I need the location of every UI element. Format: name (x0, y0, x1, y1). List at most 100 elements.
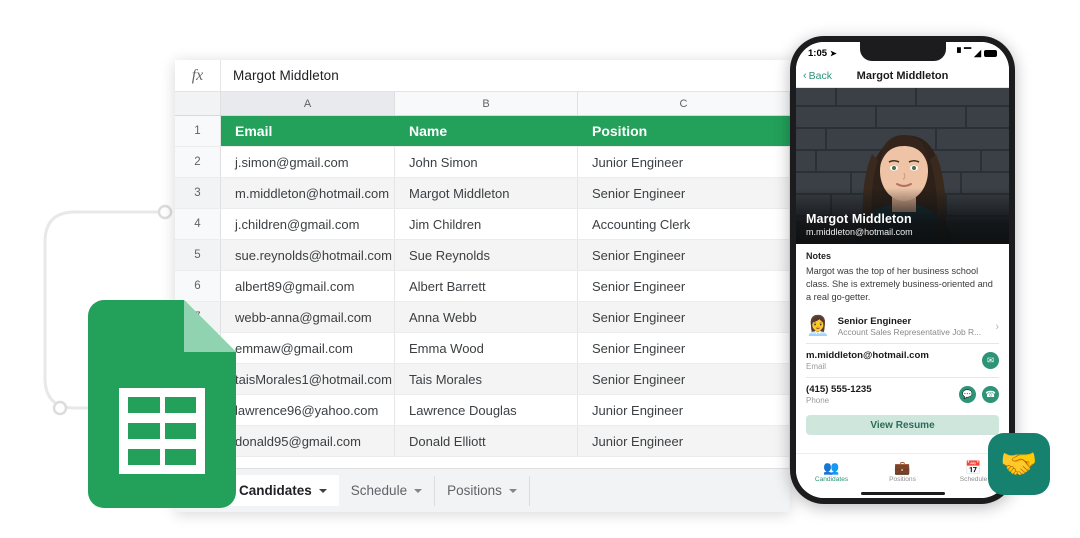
cell-email[interactable]: webb-anna@gmail.com (221, 302, 395, 332)
table-row: emmaw@gmail.com Emma Wood Senior Enginee… (175, 333, 790, 364)
row-number[interactable]: 2 (175, 147, 221, 177)
cell-position[interactable]: Senior Engineer (578, 364, 790, 394)
tab-positions[interactable]: 💼 Positions (867, 461, 938, 483)
app-badge-handshake[interactable]: 🤝 (988, 433, 1050, 495)
table-row: 3 m.middleton@hotmail.com Margot Middlet… (175, 178, 790, 209)
header-cell-name[interactable]: Name (395, 116, 578, 146)
column-header-c[interactable]: C (578, 92, 790, 115)
cell-name[interactable]: Tais Morales (395, 364, 578, 394)
cell-name[interactable]: Albert Barrett (395, 271, 578, 301)
person-avatar-icon: 👩‍💼 (806, 317, 830, 336)
tab-label: Candidates (239, 483, 312, 498)
cell-email[interactable]: sue.reynolds@hotmail.com (221, 240, 395, 270)
cell-position[interactable]: Senior Engineer (578, 178, 790, 208)
cell-position[interactable]: Senior Engineer (578, 333, 790, 363)
column-headers: A B C (175, 92, 790, 116)
wifi-icon: ◢ (974, 48, 981, 59)
tab-schedule[interactable]: Schedule (339, 476, 435, 506)
cell-email[interactable]: taisMorales1@hotmail.com (221, 364, 395, 394)
status-bar: 1:05 ➤ ▘▔ ◢ (796, 42, 1009, 64)
row-number[interactable]: 5 (175, 240, 221, 270)
status-time: 1:05 (808, 48, 827, 59)
cell-position[interactable]: Junior Engineer (578, 395, 790, 425)
cell-email[interactable]: albert89@gmail.com (221, 271, 395, 301)
cell-email[interactable]: j.simon@gmail.com (221, 147, 395, 177)
cell-position[interactable]: Senior Engineer (578, 302, 790, 332)
email-contact-row: m.middleton@hotmail.com Email ✉ (796, 344, 1009, 377)
position-title: Senior Engineer (838, 316, 988, 327)
position-subtitle: Account Sales Representative Job R... (838, 327, 988, 337)
tab-label: Positions (447, 483, 502, 498)
cell-name[interactable]: Margot Middleton (395, 178, 578, 208)
table-row: 1 Email Name Position (175, 116, 790, 147)
call-icon[interactable]: ☎ (982, 386, 999, 403)
spreadsheet-grid: 1 Email Name Position 2 j.simon@gmail.co… (175, 116, 790, 479)
tab-candidates[interactable]: 👥 Candidates (796, 461, 867, 483)
email-label: Email (806, 362, 976, 371)
home-indicator (796, 489, 1009, 498)
formula-bar: fx Margot Middleton (175, 60, 790, 92)
cell-position[interactable]: Junior Engineer (578, 426, 790, 456)
table-row: donald95@gmail.com Donald Elliott Junior… (175, 426, 790, 457)
mail-icon[interactable]: ✉ (982, 352, 999, 369)
cell-name[interactable]: Lawrence Douglas (395, 395, 578, 425)
function-icon[interactable]: fx (175, 60, 221, 91)
candidate-email: m.middleton@hotmail.com (806, 227, 913, 237)
location-arrow-icon: ➤ (830, 49, 837, 58)
notes-section: Notes Margot was the top of her business… (796, 244, 1009, 310)
header-cell-position[interactable]: Position (578, 116, 790, 146)
chevron-down-icon[interactable] (414, 489, 422, 493)
phone-contact-row: (415) 555-1235 Phone 💬 ☎ (796, 378, 1009, 411)
cell-name[interactable]: Jim Children (395, 209, 578, 239)
email-value: m.middleton@hotmail.com (806, 350, 976, 361)
table-row: 2 j.simon@gmail.com John Simon Junior En… (175, 147, 790, 178)
cell-name[interactable]: Anna Webb (395, 302, 578, 332)
column-header-b[interactable]: B (395, 92, 578, 115)
phone-screen: 1:05 ➤ ▘▔ ◢ ‹ Back Margot Middleton (796, 42, 1009, 498)
chevron-down-icon[interactable] (509, 489, 517, 493)
page-title: Margot Middleton (796, 70, 1009, 82)
select-all-corner[interactable] (175, 92, 221, 115)
phone-label: Phone (806, 396, 953, 405)
chevron-right-icon[interactable]: › (995, 321, 999, 333)
row-number[interactable]: 4 (175, 209, 221, 239)
formula-input[interactable]: Margot Middleton (221, 68, 339, 83)
position-link-row[interactable]: 👩‍💼 Senior Engineer Account Sales Repres… (796, 310, 1009, 343)
cell-position[interactable]: Senior Engineer (578, 240, 790, 270)
cell-position[interactable]: Accounting Clerk (578, 209, 790, 239)
cell-name[interactable]: Donald Elliott (395, 426, 578, 456)
cell-name[interactable]: Emma Wood (395, 333, 578, 363)
cell-email[interactable]: j.children@gmail.com (221, 209, 395, 239)
candidate-name: Margot Middleton (806, 212, 913, 226)
sheet-tab-bar: Candidates Schedule Positions (175, 468, 790, 512)
cell-email[interactable]: donald95@gmail.com (221, 426, 395, 456)
row-number[interactable]: 6 (175, 271, 221, 301)
column-header-a[interactable]: A (221, 92, 395, 115)
row-number[interactable]: 3 (175, 178, 221, 208)
google-sheets-logo-icon (88, 300, 236, 508)
cell-position[interactable]: Junior Engineer (578, 147, 790, 177)
tab-candidates[interactable]: Candidates (227, 476, 339, 506)
row-number[interactable]: 1 (175, 116, 221, 146)
table-row: 7 webb-anna@gmail.com Anna Webb Senior E… (175, 302, 790, 333)
tab-label: Schedule (351, 483, 407, 498)
notch (860, 42, 946, 61)
cell-name[interactable]: John Simon (395, 147, 578, 177)
message-icon[interactable]: 💬 (959, 386, 976, 403)
cell-name[interactable]: Sue Reynolds (395, 240, 578, 270)
candidate-identity: Margot Middleton m.middleton@hotmail.com (806, 212, 913, 237)
header-cell-email[interactable]: Email (221, 116, 395, 146)
people-icon: 👥 (796, 461, 867, 474)
phone-nav-bar: ‹ Back Margot Middleton (796, 64, 1009, 88)
tab-positions[interactable]: Positions (435, 476, 530, 506)
view-resume-button[interactable]: View Resume (806, 415, 999, 435)
cell-email[interactable]: m.middleton@hotmail.com (221, 178, 395, 208)
cell-email[interactable]: emmaw@gmail.com (221, 333, 395, 363)
chevron-down-icon[interactable] (319, 489, 327, 493)
cell-position[interactable]: Senior Engineer (578, 271, 790, 301)
spreadsheet-window: fx Margot Middleton A B C 1 Email Name P… (175, 60, 790, 512)
cell-email[interactable]: lawrence96@yahoo.com (221, 395, 395, 425)
tab-label: Candidates (796, 476, 867, 483)
table-row: taisMorales1@hotmail.com Tais Morales Se… (175, 364, 790, 395)
profile-details: Notes Margot was the top of her business… (796, 244, 1009, 453)
